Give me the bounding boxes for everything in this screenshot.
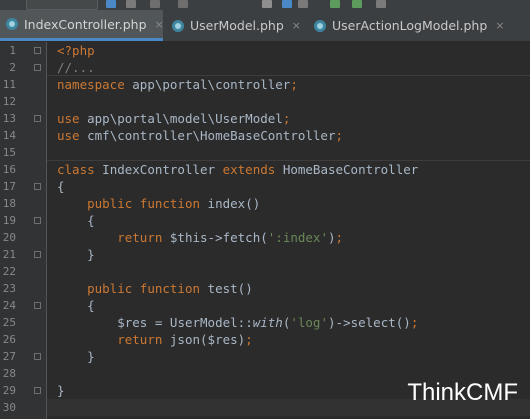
debug-icon[interactable] [126, 0, 136, 8]
php-file-icon [314, 19, 326, 32]
line-number: 1 [9, 44, 16, 57]
tab-usermodel[interactable]: UserModel.php × [166, 10, 304, 41]
fold-marker-icon[interactable] [34, 387, 41, 394]
line-number: 30 [2, 401, 16, 414]
line-number: 17 [2, 180, 16, 193]
close-icon[interactable]: × [292, 19, 301, 32]
code-line: } [87, 349, 95, 364]
line-number: 12 [2, 95, 16, 108]
code-line: public function test() [87, 281, 253, 296]
fold-marker-icon[interactable] [34, 64, 41, 71]
line-number: 11 [2, 78, 16, 91]
tab-indexcontroller[interactable]: IndexController.php × [0, 10, 164, 41]
toolbar [0, 0, 530, 10]
watermark-text: ThinkCMF [407, 379, 518, 406]
line-number: 26 [2, 333, 16, 346]
code-line: } [57, 383, 65, 398]
fold-marker-icon[interactable] [34, 353, 41, 360]
stop-icon[interactable] [178, 0, 188, 8]
line-number: 29 [2, 384, 16, 397]
tab-label: IndexController.php [24, 16, 147, 32]
run-icon[interactable] [106, 0, 116, 8]
code-editor[interactable]: <?php //... namespace app\portal\control… [47, 42, 530, 419]
code-line: <?php [57, 43, 95, 58]
code-line: class IndexController extends HomeBaseCo… [57, 162, 419, 177]
fold-marker-icon[interactable] [34, 115, 41, 122]
fold-marker-icon[interactable] [34, 183, 41, 190]
close-icon[interactable]: × [155, 18, 164, 31]
line-number: 2 [9, 61, 16, 74]
code-line: use app\portal\model\UserModel; [57, 111, 291, 126]
line-number: 15 [2, 146, 16, 159]
line-number: 13 [2, 112, 16, 125]
code-line: use cmf\controller\HomeBaseController; [57, 128, 344, 143]
line-number: 25 [2, 316, 16, 329]
settings-wrench-icon[interactable] [262, 0, 272, 8]
line-number: 22 [2, 265, 16, 278]
fold-marker-icon[interactable] [34, 251, 41, 258]
line-number: 24 [2, 299, 16, 312]
code-line: { [87, 213, 95, 228]
help-icon[interactable] [282, 0, 292, 8]
close-icon[interactable]: × [495, 19, 504, 32]
fold-marker-icon[interactable] [34, 302, 41, 309]
line-number: 27 [2, 350, 16, 363]
line-number: 19 [2, 214, 16, 227]
php-file-icon [172, 19, 184, 32]
save-icon[interactable] [298, 0, 308, 8]
editor-tab-bar: IndexController.php × UserModel.php × Us… [0, 10, 530, 42]
line-number: 18 [2, 197, 16, 210]
code-line: $res = UserModel::with('log')->select(); [117, 315, 419, 330]
line-number: 21 [2, 248, 16, 261]
coverage-icon[interactable] [150, 0, 160, 8]
fold-marker-icon[interactable] [34, 217, 41, 224]
code-line: return json($res); [117, 332, 253, 347]
download-icon[interactable] [352, 0, 362, 8]
line-number: 28 [2, 367, 16, 380]
fold-marker-icon[interactable] [34, 47, 41, 54]
line-number: 20 [2, 231, 16, 244]
line-number: 14 [2, 129, 16, 142]
code-line: //... [57, 60, 95, 75]
code-line: return $this->fetch(':index'); [117, 230, 344, 245]
run-config-combo[interactable] [26, 0, 98, 10]
code-line: } [87, 247, 95, 262]
line-number-gutter[interactable]: 1 2 11 12 13 14 15 16 17 18 19 20 21 22 … [0, 42, 47, 419]
tab-label: UserActionLogModel.php [332, 18, 488, 33]
code-line: { [57, 179, 65, 194]
php-file-icon [6, 18, 18, 30]
tab-useractionlogmodel[interactable]: UserActionLogModel.php × [308, 10, 504, 41]
code-line: public function index() [87, 196, 261, 211]
sync-icon[interactable] [376, 0, 386, 8]
tab-label: UserModel.php [190, 18, 284, 33]
upload-icon[interactable] [330, 0, 340, 8]
line-number: 23 [2, 282, 16, 295]
code-line: namespace app\portal\controller; [57, 77, 298, 92]
line-number: 16 [2, 163, 16, 176]
code-line: { [87, 298, 95, 313]
